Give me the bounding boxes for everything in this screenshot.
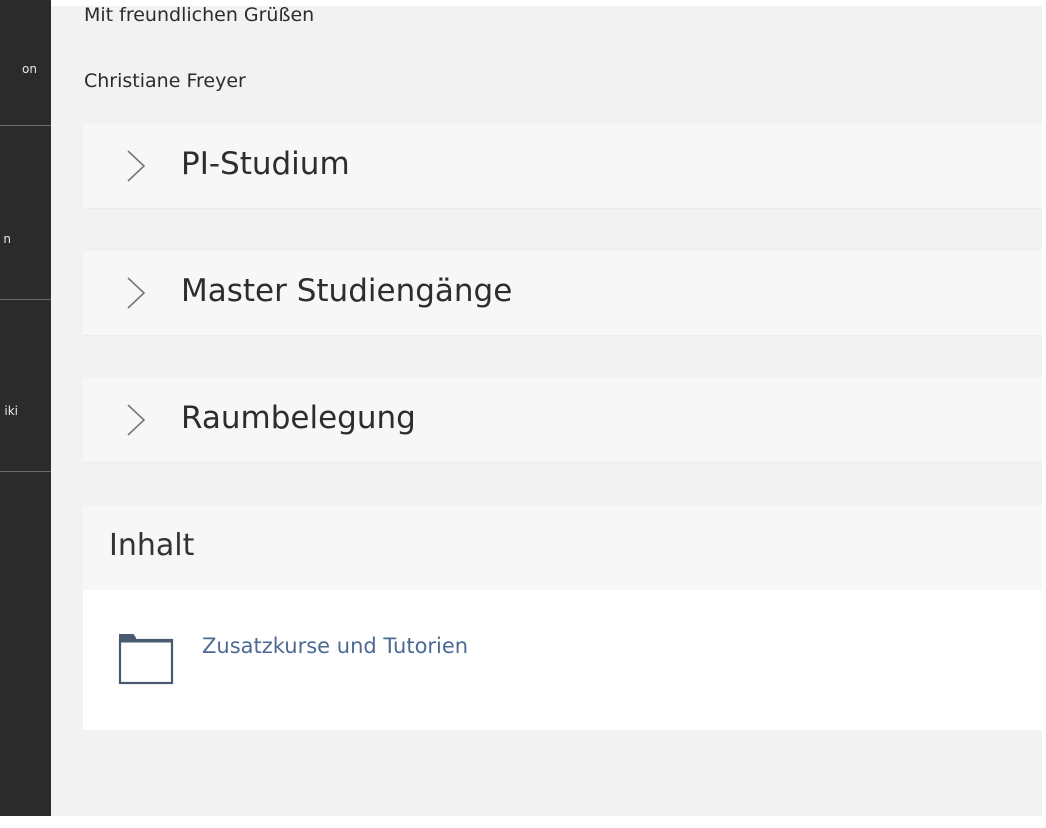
chevron-right-icon <box>127 404 146 436</box>
chevron-right-icon <box>127 150 146 182</box>
sidebar-item-3[interactable]: iki <box>0 404 51 424</box>
signature-text: Christiane Freyer <box>84 70 246 92</box>
accordion-title: Master Studiengänge <box>181 273 513 309</box>
folder-link-zusatzkurse[interactable]: Zusatzkurse und Tutorien <box>202 634 468 658</box>
sidebar-item-2[interactable]: n <box>0 232 51 252</box>
right-edge <box>1042 0 1046 816</box>
bottom-edge <box>0 816 1046 828</box>
sidebar-item-label: on <box>22 62 37 76</box>
accordion-pi-studium[interactable]: PI-Studium <box>83 124 1042 209</box>
sidebar-divider <box>0 299 51 300</box>
accordion-title: Raumbelegung <box>181 400 416 436</box>
sidebar-divider <box>0 471 51 472</box>
greeting-text: Mit freundlichen Grüßen <box>84 4 315 26</box>
content-list: Zusatzkurse und Tutorien <box>83 590 1042 730</box>
sidebar-item-1[interactable]: on <box>0 62 51 82</box>
accordion-raumbelegung[interactable]: Raumbelegung <box>83 378 1042 463</box>
folder-icon[interactable] <box>117 632 175 686</box>
sidebar-item-label: iki <box>4 404 18 418</box>
left-sidebar: on n iki <box>0 0 51 816</box>
chevron-right-icon <box>127 277 146 309</box>
accordion-title: PI-Studium <box>181 146 350 182</box>
sidebar-divider <box>0 125 51 126</box>
content-section-header: Inhalt <box>83 506 1042 590</box>
page: on n iki Mit freundlichen Grüßen Christi… <box>0 0 1046 828</box>
accordion-master-studiengaenge[interactable]: Master Studiengänge <box>83 251 1042 336</box>
content-heading: Inhalt <box>109 528 195 563</box>
sidebar-item-label: n <box>3 232 11 246</box>
